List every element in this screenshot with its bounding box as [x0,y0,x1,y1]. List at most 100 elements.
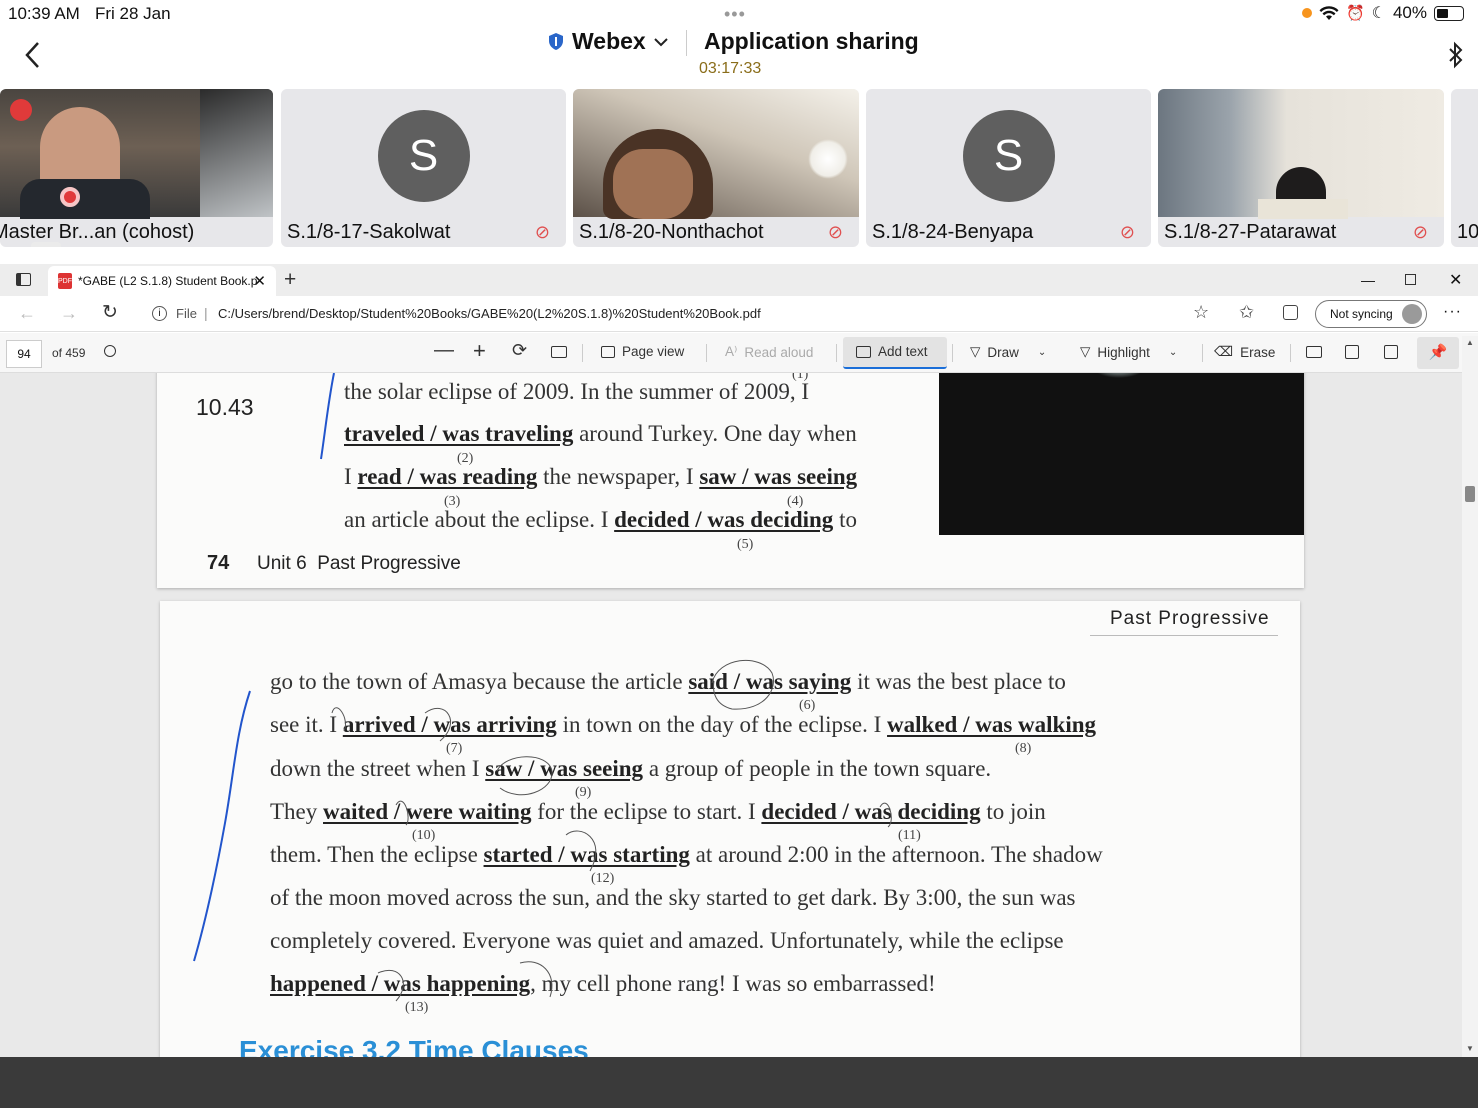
search-icon[interactable] [104,345,116,357]
more-menu-icon[interactable]: ··· [1443,303,1462,321]
read-aloud-button[interactable]: A⁾ Read aloud [725,344,813,360]
page-number-input[interactable]: 94 [6,340,42,368]
pdf-icon: PDF [58,273,72,289]
page-view-button[interactable]: Page view [601,344,684,359]
highlight-dropdown-icon[interactable]: ⌄ [1169,347,1177,358]
save-as-icon[interactable] [1384,345,1398,359]
print-icon[interactable] [1306,346,1322,358]
restore-button[interactable] [1405,274,1416,285]
ink-line [193,690,251,962]
scrollbar-thumb[interactable] [1465,486,1475,502]
new-tab-button[interactable]: + [284,268,296,292]
ink-circle [331,707,346,732]
vertical-scrollbar[interactable]: ▲ ▼ [1462,336,1478,1057]
toolbar-divider [836,344,837,362]
draw-button[interactable]: ▽ Draw ⌄ [970,344,1046,360]
save-icon[interactable] [1345,345,1359,359]
mic-muted-icon: ⊘ [1412,222,1428,242]
scroll-up-arrow-icon[interactable]: ▲ [1466,338,1474,347]
participant-tile[interactable]: S S.1/8-17-Sakolwat ⊘ [281,89,566,247]
participant-video [1158,89,1444,219]
status-time: 10:39 AM [8,4,80,23]
avatar: S [962,110,1055,202]
info-icon[interactable]: i [152,306,167,321]
add-text-icon [856,345,871,358]
status-icons: ⏰ ☾ 40% [1301,3,1464,23]
participant-tile[interactable]: S.1/8-27-Patarawat ⊘ [1158,89,1444,247]
mic-indicator-icon [1301,8,1312,18]
bottom-bar [0,1057,1478,1108]
scroll-down-arrow-icon[interactable]: ▼ [1466,1044,1474,1053]
meeting-timer: 03:17:33 [699,60,762,77]
minimize-button[interactable]: — [1361,272,1375,288]
status-date: Fri 28 Jan [95,4,171,23]
sync-label: Not syncing [1330,307,1393,321]
draw-icon: ▽ [970,344,981,359]
sync-button[interactable]: Not syncing [1315,300,1427,328]
pin-toolbar-button[interactable]: 📌 [1417,337,1459,369]
back-arrow-icon[interactable]: ← [18,303,36,324]
ink-circle [519,961,553,998]
ink-annotations [193,373,892,1002]
ink-circle [377,969,404,1002]
browser-tab[interactable]: PDF *GABE (L2 S.1.8) Student Book.p ✕ [48,266,276,296]
participant-tile[interactable]: S.1/8-20-Nonthachot ⊘ [573,89,859,247]
erase-label: Erase [1240,344,1276,360]
participant-name: S.1/8-24-Benyapa [872,221,1034,243]
sharing-title: Application sharing [704,28,919,54]
zoom-in-icon[interactable]: + [473,338,486,364]
collections-icon[interactable] [1283,305,1298,320]
url-input[interactable]: C:/Users/brend/Desktop/Student%20Books/G… [218,306,761,321]
forward-arrow-icon[interactable]: → [60,303,78,324]
read-aloud-icon: A⁾ [725,344,738,359]
refresh-icon[interactable]: ↻ [102,301,118,324]
mic-muted-icon: ⊘ [827,222,843,242]
profile-avatar-icon [1402,304,1422,324]
add-text-label: Add text [878,344,928,359]
highlight-label: Highlight [1097,344,1150,360]
avatar: S [377,110,470,202]
url-separator: | [204,305,208,321]
ink-line [320,373,335,460]
close-window-button[interactable]: ✕ [1449,270,1462,290]
alarm-icon: ⏰ [1345,5,1365,22]
battery-percent: 40% [1392,3,1427,22]
toolbar-divider [952,344,953,362]
favorite-star-icon[interactable]: ☆ [1193,302,1209,323]
tab-actions-icon[interactable] [16,273,31,286]
highlight-icon: ▽ [1080,344,1091,359]
read-aloud-label: Read aloud [744,344,814,360]
erase-button[interactable]: ⌫ Erase [1214,344,1275,360]
back-chevron-icon[interactable] [22,40,42,78]
eraser-icon: ⌫ [1214,344,1234,359]
webex-menu[interactable]: Webex [548,28,668,55]
add-text-content: Add text [856,344,928,359]
zoom-out-icon[interactable]: — [434,339,454,362]
favorites-icon[interactable]: ✩ [1239,302,1254,323]
close-tab-icon[interactable]: ✕ [253,272,266,290]
participant-video [0,89,273,219]
toolbar-divider [1290,344,1291,362]
participant-tile-partial[interactable]: 10 [1451,89,1478,247]
rotate-icon[interactable]: ⟳ [512,340,527,361]
pdf-viewer[interactable]: 10.43 the solar eclipse of 2009. In the … [0,373,1462,1057]
fit-page-icon[interactable] [551,346,567,358]
highlight-button[interactable]: ▽ Highlight ⌄ [1080,344,1177,360]
page-count: of 459 [52,346,86,360]
participant-video [573,89,859,219]
bluetooth-icon[interactable] [1446,40,1466,75]
ink-circle [711,659,774,710]
recording-icon [60,187,80,207]
participant-tile[interactable]: S S.1/8-24-Benyapa ⊘ [866,89,1151,247]
wifi-icon [1319,5,1339,20]
chevron-down-icon [654,37,668,46]
multitask-dots-icon[interactable]: ••• [724,4,746,25]
ipad-screen: 10:39 AM Fri 28 Jan ••• ⏰ ☾ 40% Webex Ap… [0,0,1478,1108]
ink-circle [496,756,553,796]
toolbar-divider [1202,344,1203,362]
ink-circle [395,800,409,826]
draw-dropdown-icon[interactable]: ⌄ [1038,347,1046,358]
ink-circle [424,707,451,742]
draw-label: Draw [987,344,1019,360]
participant-tile-host[interactable]: Master Br...an (cohost) ↑ [0,89,273,247]
